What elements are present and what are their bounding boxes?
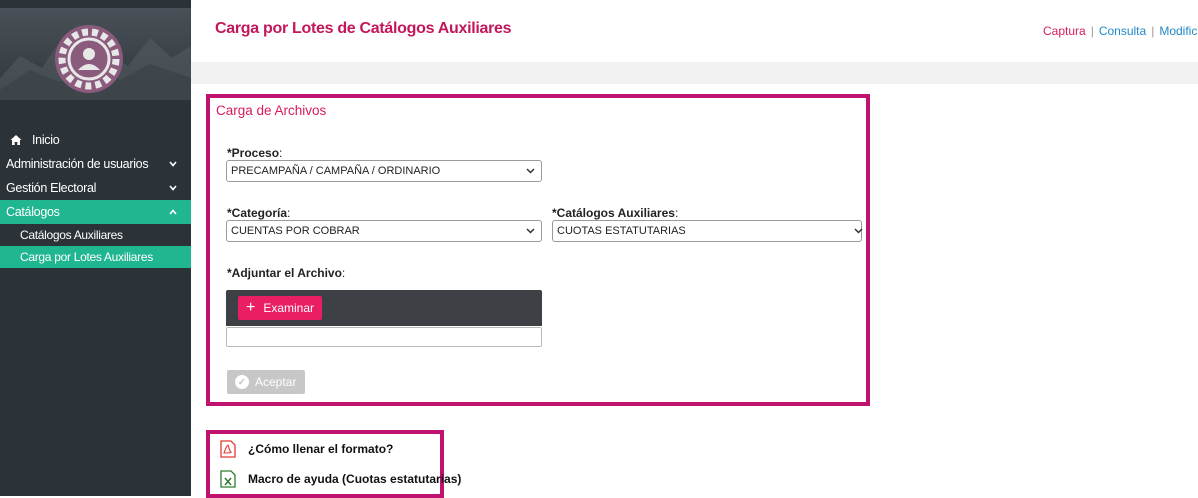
help-link-macro[interactable]: Macro de ayuda (Cuotas estatutarias) bbox=[220, 470, 461, 488]
page-title: Carga por Lotes de Catálogos Auxiliares bbox=[215, 20, 512, 37]
catalogos-auxiliares-label: *Catálogos Auxiliares: bbox=[552, 206, 678, 220]
categoria-label-text: *Categoría bbox=[227, 206, 288, 220]
sidebar-header bbox=[0, 8, 191, 100]
pdf-icon bbox=[220, 440, 236, 458]
sidebar-item-inicio[interactable]: Inicio bbox=[0, 128, 191, 152]
captura-link[interactable]: Captura bbox=[1043, 24, 1086, 38]
excel-icon bbox=[220, 470, 236, 488]
header-links: Captura | Consulta | Modific bbox=[1043, 24, 1197, 38]
examinar-button[interactable]: + Examinar bbox=[238, 296, 322, 320]
categoria-select-value: CUENTAS POR COBRAR bbox=[231, 225, 360, 237]
proceso-label: *Proceso: bbox=[227, 146, 282, 160]
adjuntar-label-text: *Adjuntar el Archivo bbox=[227, 266, 342, 280]
chevron-down-icon bbox=[169, 159, 177, 170]
proceso-select-value: PRECAMPAÑA / CAMPAÑA / ORDINARIO bbox=[231, 165, 441, 177]
aceptar-label: Aceptar bbox=[255, 375, 297, 389]
categoria-select[interactable]: CUENTAS POR COBRAR bbox=[226, 220, 542, 242]
aceptar-button[interactable]: ✓ Aceptar bbox=[227, 370, 305, 394]
sidebar-subitem-carga-por-lotes[interactable]: Carga por Lotes Auxiliares bbox=[0, 246, 191, 268]
chevron-down-icon bbox=[526, 166, 535, 177]
sidebar-item-label: Gestión Electoral bbox=[6, 181, 97, 195]
sidebar-subitem-label: Catálogos Auxiliares bbox=[20, 228, 123, 242]
chevron-down-icon bbox=[854, 226, 863, 237]
categoria-label: *Categoría: bbox=[227, 206, 290, 220]
catalogos-auxiliares-select[interactable]: CUOTAS ESTATUTARIAS bbox=[552, 220, 863, 242]
label-colon: : bbox=[341, 266, 346, 280]
sidebar-item-administracion[interactable]: Administración de usuarios bbox=[0, 152, 191, 176]
modificacion-link[interactable]: Modific bbox=[1159, 24, 1197, 38]
adjuntar-label: *Adjuntar el Archivo: bbox=[227, 266, 345, 280]
sidebar-item-catalogos[interactable]: Catálogos bbox=[0, 200, 191, 224]
sidebar-item-label: Administración de usuarios bbox=[6, 157, 149, 171]
content-divider-band bbox=[191, 62, 1198, 84]
plus-icon: + bbox=[245, 299, 256, 316]
chevron-up-icon bbox=[169, 207, 177, 218]
sidebar-item-gestion-electoral[interactable]: Gestión Electoral bbox=[0, 176, 191, 200]
catalogos-select-value: CUOTAS ESTATUTARIAS bbox=[557, 225, 686, 237]
chevron-down-icon bbox=[526, 226, 535, 237]
chevron-down-icon bbox=[169, 183, 177, 194]
label-colon: : bbox=[287, 206, 291, 220]
section-title: Carga de Archivos bbox=[216, 103, 327, 118]
sidebar: Inicio Administración de usuarios Gestió… bbox=[0, 0, 191, 496]
link-separator: | bbox=[1151, 24, 1155, 38]
help-link-label: Macro de ayuda (Cuotas estatutarias) bbox=[248, 472, 462, 486]
top-header: Carga por Lotes de Catálogos Auxiliares … bbox=[191, 0, 1198, 62]
sidebar-item-label: Inicio bbox=[32, 133, 60, 147]
label-colon: : bbox=[279, 146, 283, 160]
sidebar-subitem-catalogos-auxiliares[interactable]: Catálogos Auxiliares bbox=[0, 224, 191, 246]
help-link-label: ¿Cómo llenar el formato? bbox=[248, 442, 394, 456]
catalogos-label-text: *Catálogos Auxiliares bbox=[552, 206, 675, 220]
sidebar-nav: Inicio Administración de usuarios Gestió… bbox=[0, 128, 191, 268]
sidebar-item-label: Catálogos bbox=[6, 205, 60, 219]
home-icon bbox=[10, 135, 22, 145]
label-colon: : bbox=[674, 206, 679, 220]
proceso-label-text: *Proceso bbox=[227, 146, 280, 160]
help-link-formato[interactable]: ¿Cómo llenar el formato? bbox=[220, 440, 393, 458]
proceso-select[interactable]: PRECAMPAÑA / CAMPAÑA / ORDINARIO bbox=[226, 160, 542, 182]
user-gear-logo-icon bbox=[55, 25, 123, 93]
examinar-label: Examinar bbox=[263, 301, 315, 315]
check-circle-icon: ✓ bbox=[235, 375, 249, 389]
sidebar-subitem-label: Carga por Lotes Auxiliares bbox=[20, 250, 153, 264]
consulta-link[interactable]: Consulta bbox=[1099, 24, 1146, 38]
file-name-field[interactable] bbox=[226, 327, 542, 347]
upload-form-highlight bbox=[206, 94, 870, 406]
link-separator: | bbox=[1090, 24, 1094, 38]
